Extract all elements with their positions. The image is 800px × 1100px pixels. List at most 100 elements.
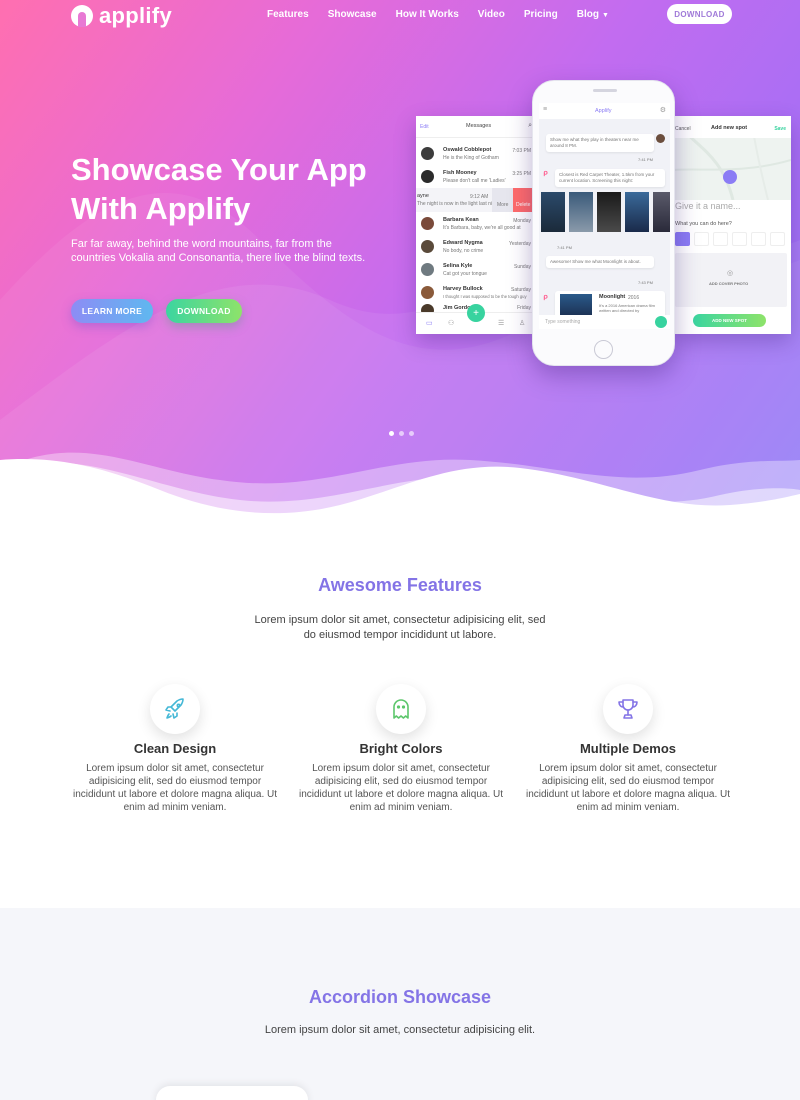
nav-link-how-it-works[interactable]: How It Works [396,9,459,20]
avatar [421,286,434,299]
slider-dot[interactable] [389,431,394,436]
save-link[interactable]: Save [774,126,786,132]
messages-screen: Edit Messages ⌕ Oswald Cobblepot He is t… [416,116,535,334]
nav-link-video[interactable]: Video [478,9,505,20]
slider-dots [389,431,414,436]
rocket-icon-svg [165,698,184,719]
logo-text: applify [99,3,172,28]
trophy-icon [603,684,653,734]
message-time: Sunday [514,264,531,270]
avatar [421,147,434,160]
chat-bubble: Awesome! Show me what Moonlight is about… [546,256,654,268]
movie-poster[interactable] [625,192,649,232]
activity-icon[interactable] [675,232,690,246]
plus-icon: + [473,307,479,319]
chat-bubble: Closest is Red Carpet Theater, 1.5km fro… [555,169,665,187]
chat-input-bar: Type something [539,315,670,329]
message-time: 9:12 AM [470,194,489,200]
delete-label: Delete [516,202,531,208]
add-cover-photo[interactable]: ◎ ADD COVER PHOTO [675,253,787,307]
assistant-logo-icon: ᑭ [541,169,550,178]
feature-text: Lorem ipsum dolor sit amet, consectetur … [72,763,278,813]
climb-icon[interactable] [751,232,766,246]
hero-text: Far far away, behind the word mountains,… [71,238,366,264]
spot-name-input[interactable]: Give it a name... [675,201,741,211]
microphone-icon[interactable] [655,316,667,328]
run-icon[interactable] [732,232,747,246]
bubble-time: 7:41 PM [557,245,572,250]
bubble-time: 7:43 PM [638,280,653,285]
chat-icon[interactable]: ▭ [426,319,433,327]
message-preview: No body, no crime [443,248,484,254]
menu-icon[interactable]: ≡ [543,106,547,113]
movie-year: 2016 [628,295,640,301]
profile-icon[interactable]: ♙ [519,319,525,327]
nav-link-blog[interactable]: Blog ▼ [577,9,609,20]
slider-dot[interactable] [409,431,414,436]
feature-title: Clean Design [133,741,217,756]
hero-download-button[interactable]: DOWNLOAD [166,299,242,323]
feature-text: Lorem ipsum dolor sit amet, consectetur … [525,763,731,813]
learn-more-button[interactable]: LEARN MORE [71,299,153,323]
messages-header: Edit Messages ⌕ [416,116,535,138]
message-row[interactable]: Selina Kyle Cat got your tongue Sunday [416,258,535,282]
avatar [421,170,434,183]
add-spot-title: Add new spot [711,125,748,131]
movie-title: Moonlight [599,294,626,300]
movie-poster[interactable] [541,192,565,232]
message-row[interactable]: Barbara Kean It's Barbara, baby, we're a… [416,212,535,236]
nav-link-pricing[interactable]: Pricing [524,9,558,20]
nav-link-features[interactable]: Features [267,9,309,20]
movie-poster[interactable] [569,192,593,232]
add-message-button[interactable]: + [467,304,485,322]
nav-links: Features Showcase How It Works Video Pri… [267,9,628,20]
chat-title: Applify [595,108,612,114]
message-preview: It's Barbara, baby, we're all good at [443,225,521,231]
phone-home-button [594,340,613,359]
avatar [421,217,434,230]
bubble-text: Show me what they play in theaters near … [550,137,639,148]
contacts-icon[interactable]: ⚇ [448,319,454,327]
message-row[interactable]: Edward Nygma No body, no crime Yesterday [416,235,535,259]
add-spot-screen: Cancel Add new spot Save Give it a name.… [673,116,791,334]
assistant-logo-icon: ᑭ [541,293,550,302]
nav-link-showcase[interactable]: Showcase [328,9,377,20]
message-row[interactable]: Fish Mooney Please don't call me 'Ladies… [416,165,535,189]
hero-section: applify Features Showcase How It Works V… [0,0,800,520]
add-new-spot-button[interactable]: ADD NEW SPOT [693,314,766,327]
message-time: 3:25 PM [512,171,531,177]
more-action[interactable]: More [492,188,513,212]
chevron-down-icon: ▼ [601,12,609,19]
messages-edit-link[interactable]: Edit [420,124,429,130]
message-row-swiped[interactable]: ayne The night is now in the light last … [416,188,535,212]
cancel-link[interactable]: Cancel [675,126,691,132]
skate-icon[interactable] [713,232,728,246]
message-name: Selina Kyle [443,263,473,269]
features-subtitle: Lorem ipsum dolor sit amet, consectetur … [254,614,546,641]
ghost-icon-svg [393,699,409,719]
logo[interactable]: applify [71,3,172,29]
accordion-section: Accordion Showcase Lorem ipsum dolor sit… [0,908,800,1100]
spot-question: What you can do here? [675,221,732,227]
movie-poster[interactable] [597,192,621,232]
accordion-title: Accordion Showcase [308,987,492,1007]
accordion-item[interactable] [156,1086,308,1100]
chat-input[interactable]: Type something [545,319,580,325]
message-time: Monday [513,218,531,224]
message-preview: Please don't call me 'Ladies' [443,178,506,184]
message-row[interactable]: Oswald Cobblepot He is the King of Gotha… [416,142,535,166]
nav-download-button[interactable]: DOWNLOAD [667,4,732,24]
movie-poster[interactable] [653,192,670,232]
message-name: Harvey Bullock [443,286,483,292]
slider-dot[interactable] [399,431,404,436]
phone-speaker [593,89,617,92]
gear-icon[interactable]: ⚙ [660,106,666,114]
message-name: ayne [417,193,429,199]
message-name: Oswald Cobblepot [443,147,492,153]
bike-icon[interactable] [694,232,709,246]
tent-icon[interactable] [770,232,785,246]
list-icon[interactable]: ☰ [498,319,504,327]
message-time: 7:03 PM [512,148,531,154]
map[interactable] [673,128,791,201]
bubble-time: 7:41 PM [638,157,653,162]
